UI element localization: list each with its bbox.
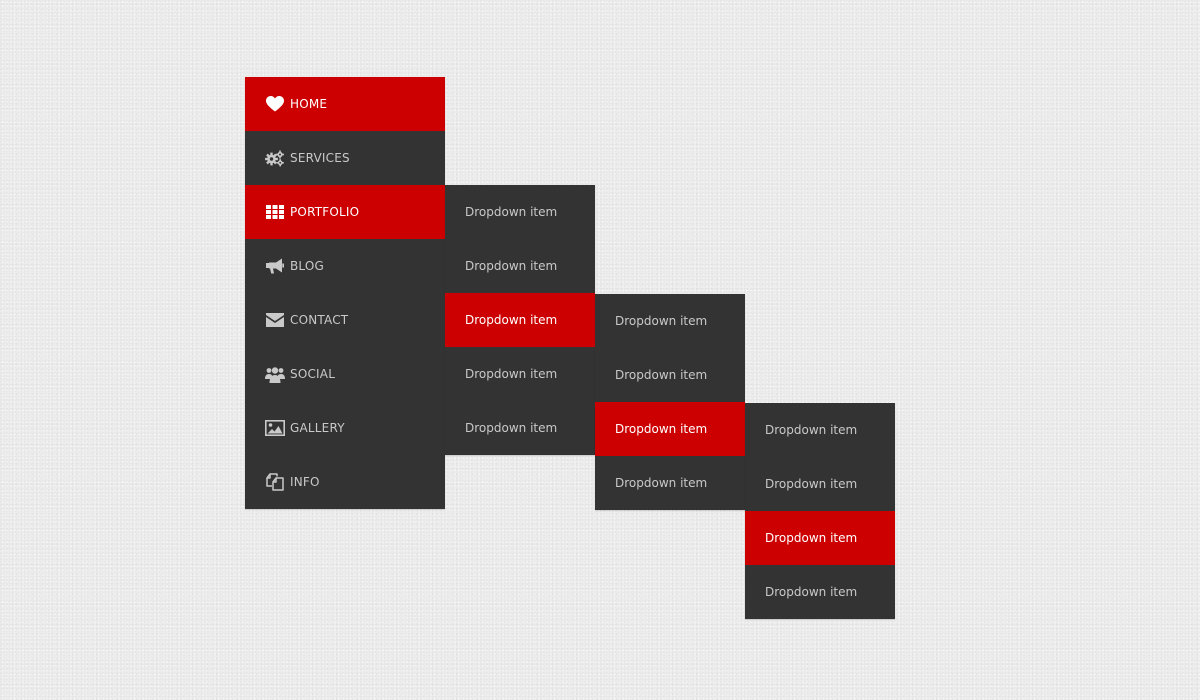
dropdown-menu-level-3: Dropdown item Dropdown item Dropdown ite… bbox=[745, 403, 895, 619]
dropdown-item[interactable]: Dropdown item bbox=[595, 294, 745, 348]
menu-item-label: INFO bbox=[290, 475, 320, 489]
picture-icon bbox=[265, 419, 285, 437]
menu-item-services[interactable]: SERVICES bbox=[245, 131, 445, 185]
menu-item-blog[interactable]: BLOG bbox=[245, 239, 445, 293]
menu-item-label: SOCIAL bbox=[290, 367, 336, 381]
menu-item-social[interactable]: SOCIAL bbox=[245, 347, 445, 401]
files-icon bbox=[265, 473, 285, 491]
dropdown-item[interactable]: Dropdown item bbox=[445, 293, 595, 347]
menu-item-label: BLOG bbox=[290, 259, 325, 273]
menu-item-contact[interactable]: CONTACT bbox=[245, 293, 445, 347]
menu-item-label: PORTFOLIO bbox=[290, 205, 360, 219]
menu-item-label: SERVICES bbox=[290, 151, 350, 165]
menu-item-portfolio[interactable]: PORTFOLIO bbox=[245, 185, 445, 239]
grid-icon bbox=[265, 203, 285, 221]
group-icon bbox=[265, 365, 285, 383]
dropdown-menu-level-2: Dropdown item Dropdown item Dropdown ite… bbox=[595, 294, 745, 510]
dropdown-item[interactable]: Dropdown item bbox=[745, 403, 895, 457]
heart-icon bbox=[265, 95, 285, 113]
dropdown-item[interactable]: Dropdown item bbox=[445, 347, 595, 401]
dropdown-item[interactable]: Dropdown item bbox=[595, 348, 745, 402]
dropdown-item[interactable]: Dropdown item bbox=[445, 185, 595, 239]
menu-item-label: GALLERY bbox=[290, 421, 345, 435]
dropdown-item[interactable]: Dropdown item bbox=[745, 565, 895, 619]
menu-item-label: CONTACT bbox=[290, 313, 349, 327]
envelope-icon bbox=[265, 311, 285, 329]
dropdown-item[interactable]: Dropdown item bbox=[745, 511, 895, 565]
dropdown-item[interactable]: Dropdown item bbox=[445, 401, 595, 455]
gears-icon bbox=[265, 149, 285, 167]
dropdown-item[interactable]: Dropdown item bbox=[595, 402, 745, 456]
menu-item-gallery[interactable]: GALLERY bbox=[245, 401, 445, 455]
main-menu: HOME SERVICES PORTFOLIO BLOG CONTACT SOC… bbox=[245, 77, 445, 509]
dropdown-item[interactable]: Dropdown item bbox=[745, 457, 895, 511]
dropdown-item[interactable]: Dropdown item bbox=[445, 239, 595, 293]
menu-item-home[interactable]: HOME bbox=[245, 77, 445, 131]
dropdown-menu-level-1: Dropdown item Dropdown item Dropdown ite… bbox=[445, 185, 595, 455]
menu-item-label: HOME bbox=[290, 97, 328, 111]
megaphone-icon bbox=[265, 257, 285, 275]
dropdown-item[interactable]: Dropdown item bbox=[595, 456, 745, 510]
menu-item-info[interactable]: INFO bbox=[245, 455, 445, 509]
